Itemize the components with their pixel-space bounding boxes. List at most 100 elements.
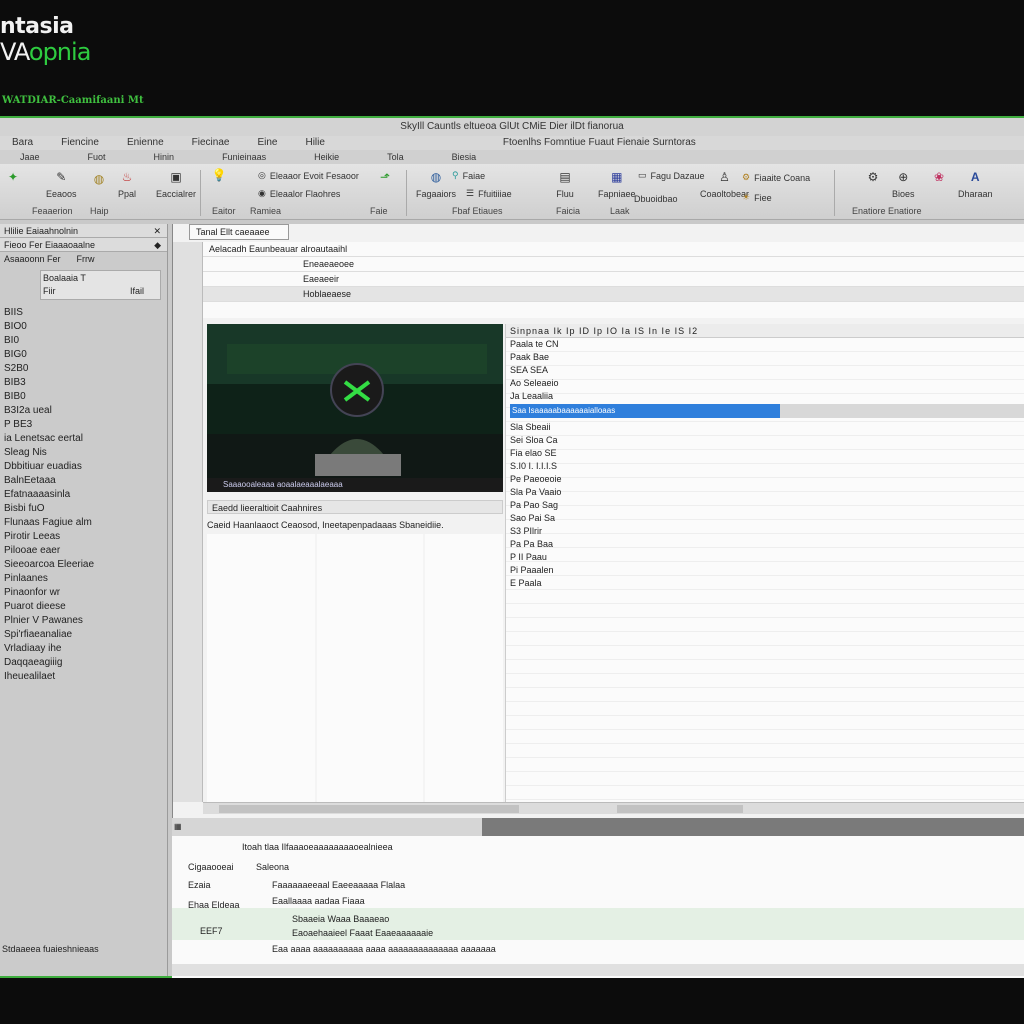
left-panel-tab[interactable]: Asaaoonn Fer xyxy=(4,252,61,266)
grid-row[interactable]: Ja Leaaliia xyxy=(510,390,1024,403)
ribbon-button[interactable]: ✎ Eeaoos xyxy=(46,168,77,199)
left-panel-tab[interactable]: Frrw xyxy=(77,252,95,266)
menu-item[interactable]: Fiecinae xyxy=(192,136,230,150)
list-item[interactable]: Pirotir Leeas xyxy=(4,530,167,544)
ribbon-button[interactable]: ⚙ Fiaaite Coana xyxy=(742,172,810,183)
list-item[interactable]: Sleag Nis xyxy=(4,446,167,460)
grid-row[interactable]: Sao Pai Sa xyxy=(510,512,1024,525)
menu-item[interactable]: Fiencine xyxy=(61,136,99,150)
left-panel-selector[interactable]: Boalaaia T Fiir Ifail xyxy=(40,270,161,300)
list-item[interactable]: P BE3 xyxy=(4,418,167,432)
list-item[interactable]: Vrladiaay ihe xyxy=(4,642,167,656)
grid-row[interactable]: Pa Pa Baa xyxy=(510,538,1024,551)
scrollbar-thumb[interactable] xyxy=(219,805,519,813)
list-item[interactable]: Efatnaaaasinla xyxy=(4,488,167,502)
grid-row[interactable]: S.I0 I. I.I.I.S xyxy=(510,460,1024,473)
menu-item[interactable]: Bara xyxy=(12,136,33,150)
list-item[interactable]: BIB0 xyxy=(4,390,167,404)
list-item[interactable]: Spi'rfiaeanaliae xyxy=(4,628,167,642)
ribbon-tab[interactable]: Heikie xyxy=(314,150,339,164)
bottom-scrollbar[interactable] xyxy=(172,964,1024,976)
grid-row[interactable]: S3 PIlrir xyxy=(510,525,1024,538)
list-item[interactable]: Pinaonfor wr xyxy=(4,586,167,600)
list-item[interactable]: B3I2a ueal xyxy=(4,404,167,418)
field-value[interactable]: Sbaaeia Waaa Baaaeao xyxy=(292,914,389,924)
ribbon-tab[interactable]: Hinin xyxy=(154,150,175,164)
grid-row[interactable]: Sla Sbeaii xyxy=(510,421,1024,434)
list-item[interactable]: Dbbitiuar euadias xyxy=(4,460,167,474)
ribbon-button[interactable]: ⊕ Bioes xyxy=(892,168,915,199)
document-row[interactable]: Hoblaeaese xyxy=(203,287,1024,302)
ribbon-button[interactable]: Dbuoidbao xyxy=(634,194,678,204)
grid-row[interactable]: E Paala xyxy=(510,577,1024,590)
video-controls[interactable]: Saaaooaleaaa aoaalaeaaalaeaaa xyxy=(207,478,503,492)
ribbon-tab[interactable]: Jaae xyxy=(20,150,40,164)
list-item[interactable]: BIB3 xyxy=(4,376,167,390)
list-item[interactable]: Daqqaeagiiig xyxy=(4,656,167,670)
ribbon-button[interactable]: ◉ Eleaalor Flaohres xyxy=(258,188,340,199)
grid-row[interactable]: Pe Paeoeoie xyxy=(510,473,1024,486)
pin-icon[interactable]: ◆ xyxy=(154,238,161,251)
bottom-tab-label[interactable]: Itoah tlaa Ilfaaaoeaaaaaaaaoealnieea xyxy=(242,842,393,852)
menu-item[interactable]: Hilie xyxy=(305,136,324,150)
menu-item[interactable]: Eine xyxy=(257,136,277,150)
ribbon-tab[interactable]: Biesia xyxy=(452,150,477,164)
menu-item[interactable]: Enienne xyxy=(127,136,164,150)
ribbon-button[interactable]: ▦ Fapniaee xyxy=(598,168,636,199)
list-item[interactable]: BalnEetaaa xyxy=(4,474,167,488)
ribbon-button[interactable]: ♨ Ppal xyxy=(118,168,136,199)
selected-row[interactable]: Saa Isaaaaabaaaaaaialloaas xyxy=(510,404,780,418)
grid-row[interactable]: P II Paau xyxy=(510,551,1024,564)
ribbon-button[interactable]: ⚙ xyxy=(864,168,882,189)
ribbon-button[interactable]: 💡 xyxy=(210,166,228,187)
ribbon-button[interactable]: ◍ xyxy=(90,170,108,191)
list-item[interactable]: Pinlaanes xyxy=(4,572,167,586)
ribbon-button[interactable]: ☀ Fiee xyxy=(742,192,772,203)
list-item[interactable]: S2B0 xyxy=(4,362,167,376)
bulb-icon: ◍ xyxy=(93,172,105,186)
notes-area[interactable] xyxy=(207,534,503,804)
horizontal-scrollbar[interactable] xyxy=(203,802,1024,814)
list-item[interactable]: Iheuealilaet xyxy=(4,670,167,684)
close-icon[interactable]: ✕ xyxy=(153,224,161,237)
list-item[interactable]: Puarot dieese xyxy=(4,600,167,614)
ribbon-tab[interactable]: Fuot xyxy=(88,150,106,164)
list-item[interactable]: BIIS xyxy=(4,306,167,320)
list-item[interactable]: Sieeoarcoa Eleeriae xyxy=(4,558,167,572)
document-tab[interactable]: Tanal Ellt caeaaee xyxy=(189,224,289,240)
grid-row[interactable]: SEA SEA xyxy=(510,364,1024,377)
list-item[interactable]: Flunaas Fagiue alm xyxy=(4,516,167,530)
ribbon-button[interactable]: ◎ Eleaaor Evoit Fesaoor xyxy=(258,170,359,181)
grid-row[interactable]: Paala te CN xyxy=(510,338,1024,351)
ribbon-button[interactable]: ▭ Fagu Dazaue xyxy=(638,170,705,181)
scrollbar-thumb[interactable] xyxy=(617,805,743,813)
ribbon-button[interactable]: ◍ Fagaaiors xyxy=(416,168,456,199)
ribbon-button[interactable]: ❀ xyxy=(930,168,948,189)
list-item[interactable]: Plnier V Pawanes xyxy=(4,614,167,628)
list-item[interactable]: BIO0 xyxy=(4,320,167,334)
ribbon-button[interactable]: ⚲ Faiae xyxy=(452,170,485,181)
list-item[interactable]: Pilooae eaer xyxy=(4,544,167,558)
grid-row[interactable]: Fia elao SE xyxy=(510,447,1024,460)
grid-row[interactable]: Pa Pao Sag xyxy=(510,499,1024,512)
ribbon-button[interactable]: ⬏ xyxy=(376,168,394,189)
grid-row[interactable]: Pi Paaalen xyxy=(510,564,1024,577)
grid-row[interactable]: Paak Bae xyxy=(510,351,1024,364)
ribbon-button[interactable]: ✦ xyxy=(4,168,22,189)
ribbon-button[interactable]: A Dharaan xyxy=(958,168,993,199)
ribbon-button[interactable]: ☰ Ffuitiiiae xyxy=(466,188,512,199)
grid-row[interactable]: Sei Sloa Ca xyxy=(510,434,1024,447)
ribbon-tab[interactable]: Tola xyxy=(387,150,404,164)
list-item[interactable]: ia Lenetsac eertal xyxy=(4,432,167,446)
grid-row[interactable]: Ao Seleaeio xyxy=(510,377,1024,390)
list-item[interactable]: BI0 xyxy=(4,334,167,348)
ribbon-button[interactable]: ▤ Fluu xyxy=(556,168,574,199)
list-item[interactable]: BIG0 xyxy=(4,348,167,362)
grid-row[interactable]: Sla Pa Vaaio xyxy=(510,486,1024,499)
video-preview[interactable]: Saaaooaleaaa aoaalaeaaalaeaaa xyxy=(207,324,503,492)
ribbon-button[interactable]: ▣ Eaccialrer xyxy=(156,168,196,199)
ribbon-tab[interactable]: Funieinaas xyxy=(222,150,266,164)
list-item[interactable]: Bisbi fuO xyxy=(4,502,167,516)
bottom-tab-strip[interactable]: ▦ xyxy=(174,820,314,834)
field-value[interactable]: Eaoaehaaieel Faaat Eaaeaaaaaaie xyxy=(292,928,433,938)
